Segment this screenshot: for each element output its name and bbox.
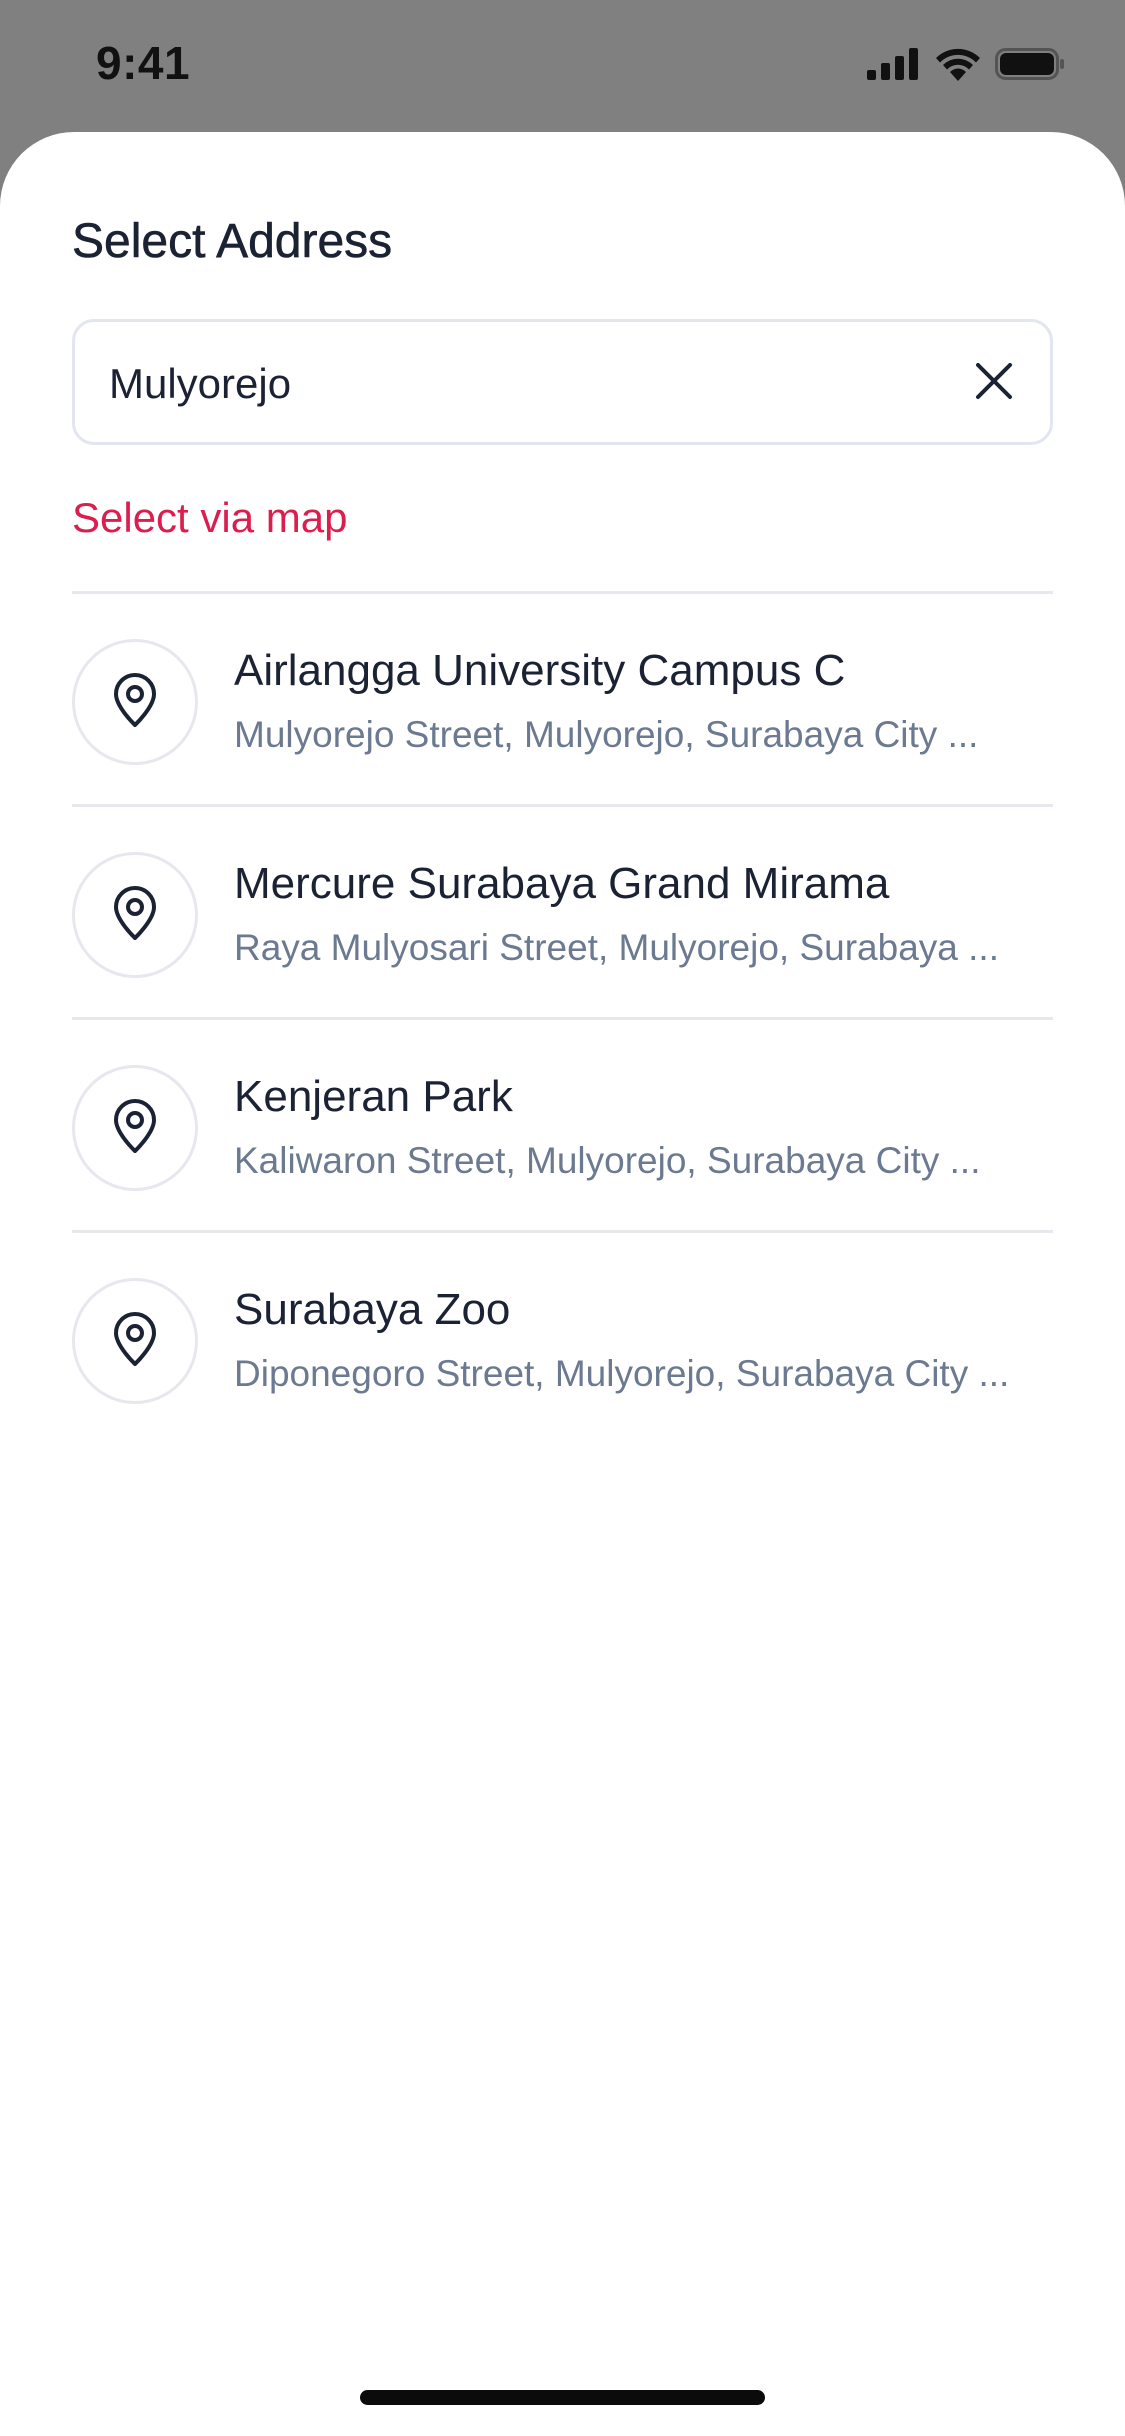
list-item[interactable]: Mercure Surabaya Grand Mirama Raya Mulyo… (72, 807, 1053, 1020)
address-sheet: Select Address Select via map (0, 132, 1125, 2436)
list-item[interactable]: Surabaya Zoo Diponegoro Street, Mulyorej… (72, 1233, 1053, 1446)
screen: 9:41 Select Address Mulyorejo Select via… (0, 0, 1125, 2436)
results-list: Airlangga University Campus C Mulyorejo … (72, 594, 1053, 1446)
location-pin-icon (111, 885, 159, 945)
result-name: Surabaya Zoo (234, 1285, 511, 1334)
clear-search-button[interactable] (966, 355, 1022, 411)
search-input[interactable] (109, 360, 909, 408)
sheet-title: Select Address (72, 215, 393, 269)
pin-badge (72, 639, 198, 765)
status-time: 9:41 (96, 37, 191, 89)
search-field[interactable] (72, 319, 1053, 445)
result-name: Airlangga University Campus C (234, 646, 846, 695)
home-indicator[interactable] (360, 2390, 765, 2405)
result-address: Mulyorejo Street, Mulyorejo, Surabaya Ci… (234, 714, 979, 755)
result-address: Raya Mulyosari Street, Mulyorejo, Suraba… (234, 927, 999, 968)
cellular-signal-icon (867, 48, 921, 80)
pin-badge (72, 1065, 198, 1191)
location-pin-icon (111, 1098, 159, 1158)
status-bar: 9:41 (0, 0, 1125, 132)
location-pin-icon (111, 1311, 159, 1371)
status-icons (867, 44, 1065, 84)
pin-badge (72, 852, 198, 978)
location-pin-icon (111, 672, 159, 732)
pin-badge (72, 1278, 198, 1404)
wifi-icon (935, 47, 981, 81)
close-icon (974, 361, 1014, 406)
result-address: Diponegoro Street, Mulyorejo, Surabaya C… (234, 1353, 1010, 1394)
select-via-map-link[interactable]: Select via map (72, 494, 347, 542)
result-name: Mercure Surabaya Grand Mirama (234, 859, 890, 908)
result-name: Kenjeran Park (234, 1072, 513, 1121)
list-item[interactable]: Kenjeran Park Kaliwaron Street, Mulyorej… (72, 1020, 1053, 1233)
list-item[interactable]: Airlangga University Campus C Mulyorejo … (72, 594, 1053, 807)
result-address: Kaliwaron Street, Mulyorejo, Surabaya Ci… (234, 1140, 981, 1181)
battery-icon (995, 48, 1065, 80)
